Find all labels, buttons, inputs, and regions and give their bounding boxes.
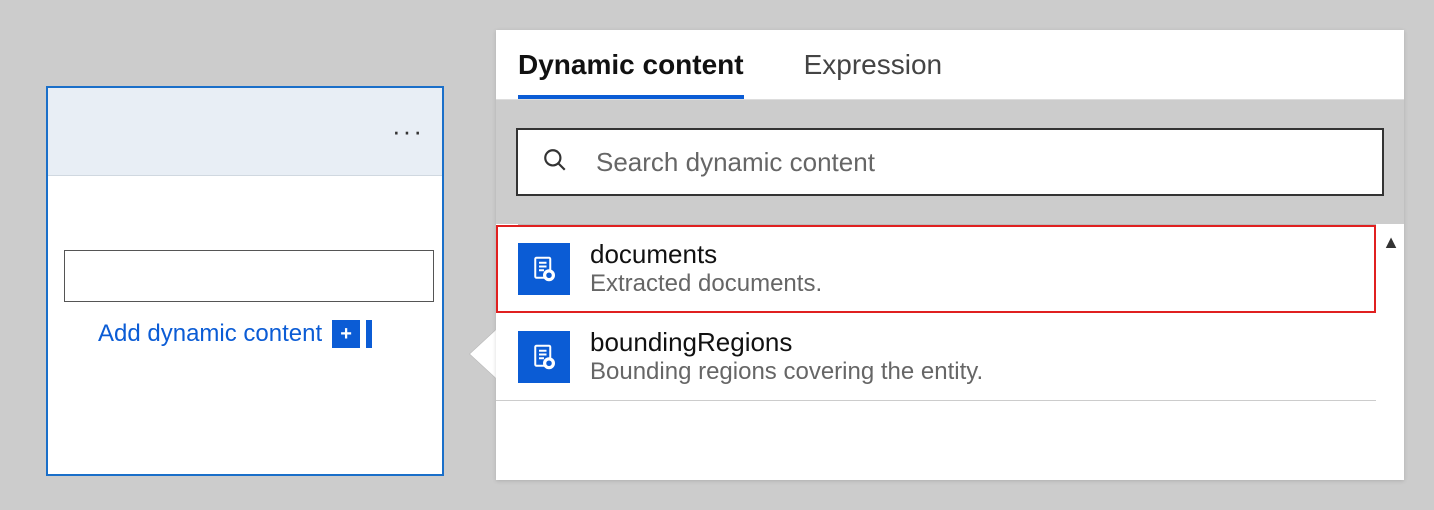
tab-expression[interactable]: Expression (804, 49, 943, 99)
document-icon (518, 243, 570, 295)
dynamic-content-panel: Dynamic content Expression ▲ (496, 30, 1404, 480)
action-card-header: ··· (48, 88, 442, 176)
search-input[interactable] (596, 147, 1358, 178)
plus-icon[interactable]: + (332, 320, 360, 348)
item-text: documents Extracted documents. (590, 239, 822, 298)
action-card-body: Add dynamic content + (48, 176, 442, 368)
item-description: Extracted documents. (590, 270, 822, 298)
item-title: boundingRegions (590, 327, 983, 358)
value-input[interactable] (64, 250, 434, 302)
list-item-documents[interactable]: documents Extracted documents. (496, 225, 1376, 313)
document-icon (518, 331, 570, 383)
more-icon[interactable]: ··· (392, 116, 424, 147)
callout-pointer-icon (470, 330, 496, 378)
cursor-bar (366, 320, 372, 348)
tab-dynamic-content[interactable]: Dynamic content (518, 49, 744, 99)
search-box[interactable] (516, 128, 1384, 196)
scroll-up-icon[interactable]: ▲ (1382, 232, 1400, 253)
list-item-bounding-regions[interactable]: boundingRegions Bounding regions coverin… (496, 313, 1376, 401)
tab-bar: Dynamic content Expression (496, 30, 1404, 100)
results-list: ▲ documents Extracted documents. (496, 224, 1404, 480)
search-area (496, 100, 1404, 224)
action-card: ··· Add dynamic content + (46, 86, 444, 476)
item-title: documents (590, 239, 822, 270)
add-dynamic-content-row: Add dynamic content + (68, 320, 422, 348)
add-dynamic-content-link[interactable]: Add dynamic content (98, 320, 322, 348)
item-description: Bounding regions covering the entity. (590, 358, 983, 386)
search-icon (542, 147, 568, 178)
item-text: boundingRegions Bounding regions coverin… (590, 327, 983, 386)
